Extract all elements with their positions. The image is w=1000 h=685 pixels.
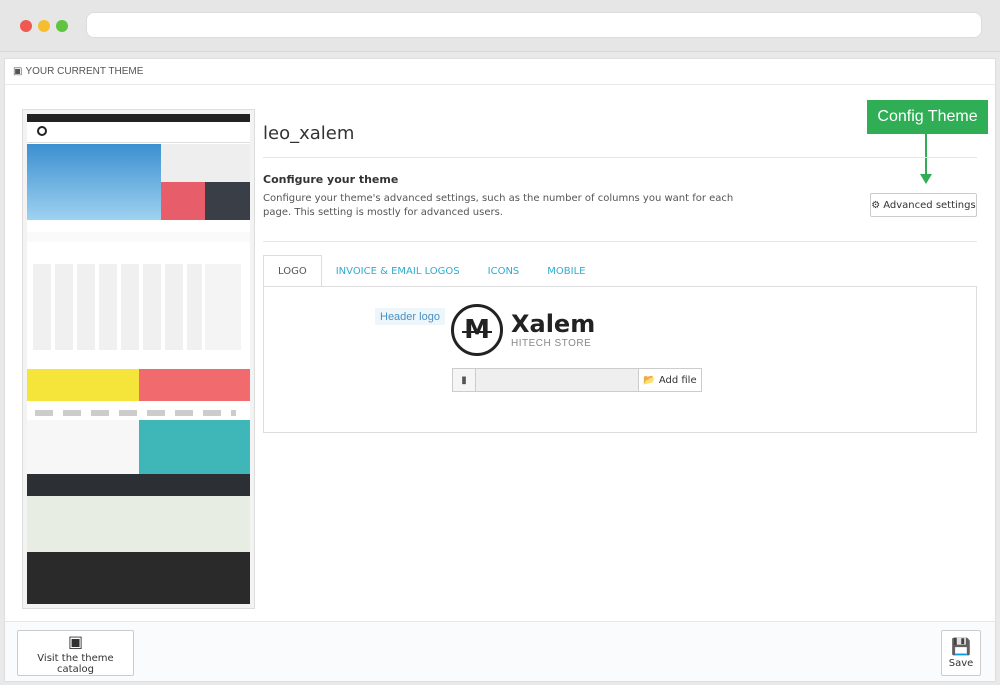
callout-arrow-head: [920, 174, 932, 184]
logo-tagline: HITECH STORE: [511, 337, 592, 349]
file-upload: ▮ 📂 Add file: [452, 368, 702, 392]
configure-title: Configure your theme: [263, 173, 399, 186]
tab-logo[interactable]: LOGO: [263, 255, 322, 287]
tab-invoice-email-logos[interactable]: INVOICE & EMAIL LOGOS: [322, 255, 474, 287]
add-file-label: Add file: [658, 374, 697, 386]
panel-footer: ▣ Visit the theme catalog 💾 Save: [5, 621, 995, 681]
configure-description: Configure your theme's advanced settings…: [263, 193, 734, 218]
theme-screenshot: [27, 114, 250, 604]
logo-letter: M: [464, 315, 490, 345]
logo-tabs: LOGO INVOICE & EMAIL LOGOS ICONS MOBILE: [263, 255, 977, 287]
panel-header: ▣ YOUR CURRENT THEME: [5, 59, 995, 85]
browser-chrome: [0, 0, 1000, 52]
header-logo-label: Header logo: [375, 308, 445, 325]
advanced-settings-label: Advanced settings: [883, 199, 976, 211]
window-maximize-icon[interactable]: [56, 20, 68, 32]
logo-brand: Xalem: [511, 309, 596, 338]
xalem-logo-icon: M: [451, 304, 503, 356]
file-input[interactable]: [476, 368, 639, 392]
callout-arrow-line: [925, 134, 927, 176]
address-bar[interactable]: [86, 12, 982, 38]
current-theme-panel: ▣ YOUR CURRENT THEME Config Theme leo_xa…: [4, 58, 996, 682]
divider: [263, 241, 977, 242]
gear-icon: ⚙: [871, 199, 881, 211]
window-close-icon[interactable]: [20, 20, 32, 32]
add-file-button[interactable]: 📂 Add file: [639, 368, 702, 392]
theme-preview: [22, 109, 255, 609]
panel-title: YOUR CURRENT THEME: [25, 66, 144, 77]
save-button[interactable]: 💾 Save: [941, 630, 981, 676]
visit-theme-catalog-button[interactable]: ▣ Visit the theme catalog: [17, 630, 134, 676]
window-minimize-icon[interactable]: [38, 20, 50, 32]
divider: [263, 157, 977, 158]
save-label: Save: [948, 658, 974, 669]
catalog-label: Visit the theme catalog: [37, 652, 114, 675]
floppy-disk-icon: 💾: [951, 637, 971, 656]
file-icon: ▮: [452, 368, 476, 392]
header-logo-preview: M Xalem HITECH STORE: [451, 302, 651, 358]
tab-mobile[interactable]: MOBILE: [533, 255, 599, 287]
folder-open-icon: 📂: [643, 374, 656, 386]
config-theme-callout: Config Theme: [867, 100, 988, 134]
html5-icon: ▣: [13, 66, 23, 77]
theme-name: leo_xalem: [263, 123, 355, 144]
advanced-settings-button[interactable]: ⚙ Advanced settings: [870, 193, 977, 217]
html5-icon: ▣: [67, 631, 84, 651]
tab-icons[interactable]: ICONS: [474, 255, 534, 287]
